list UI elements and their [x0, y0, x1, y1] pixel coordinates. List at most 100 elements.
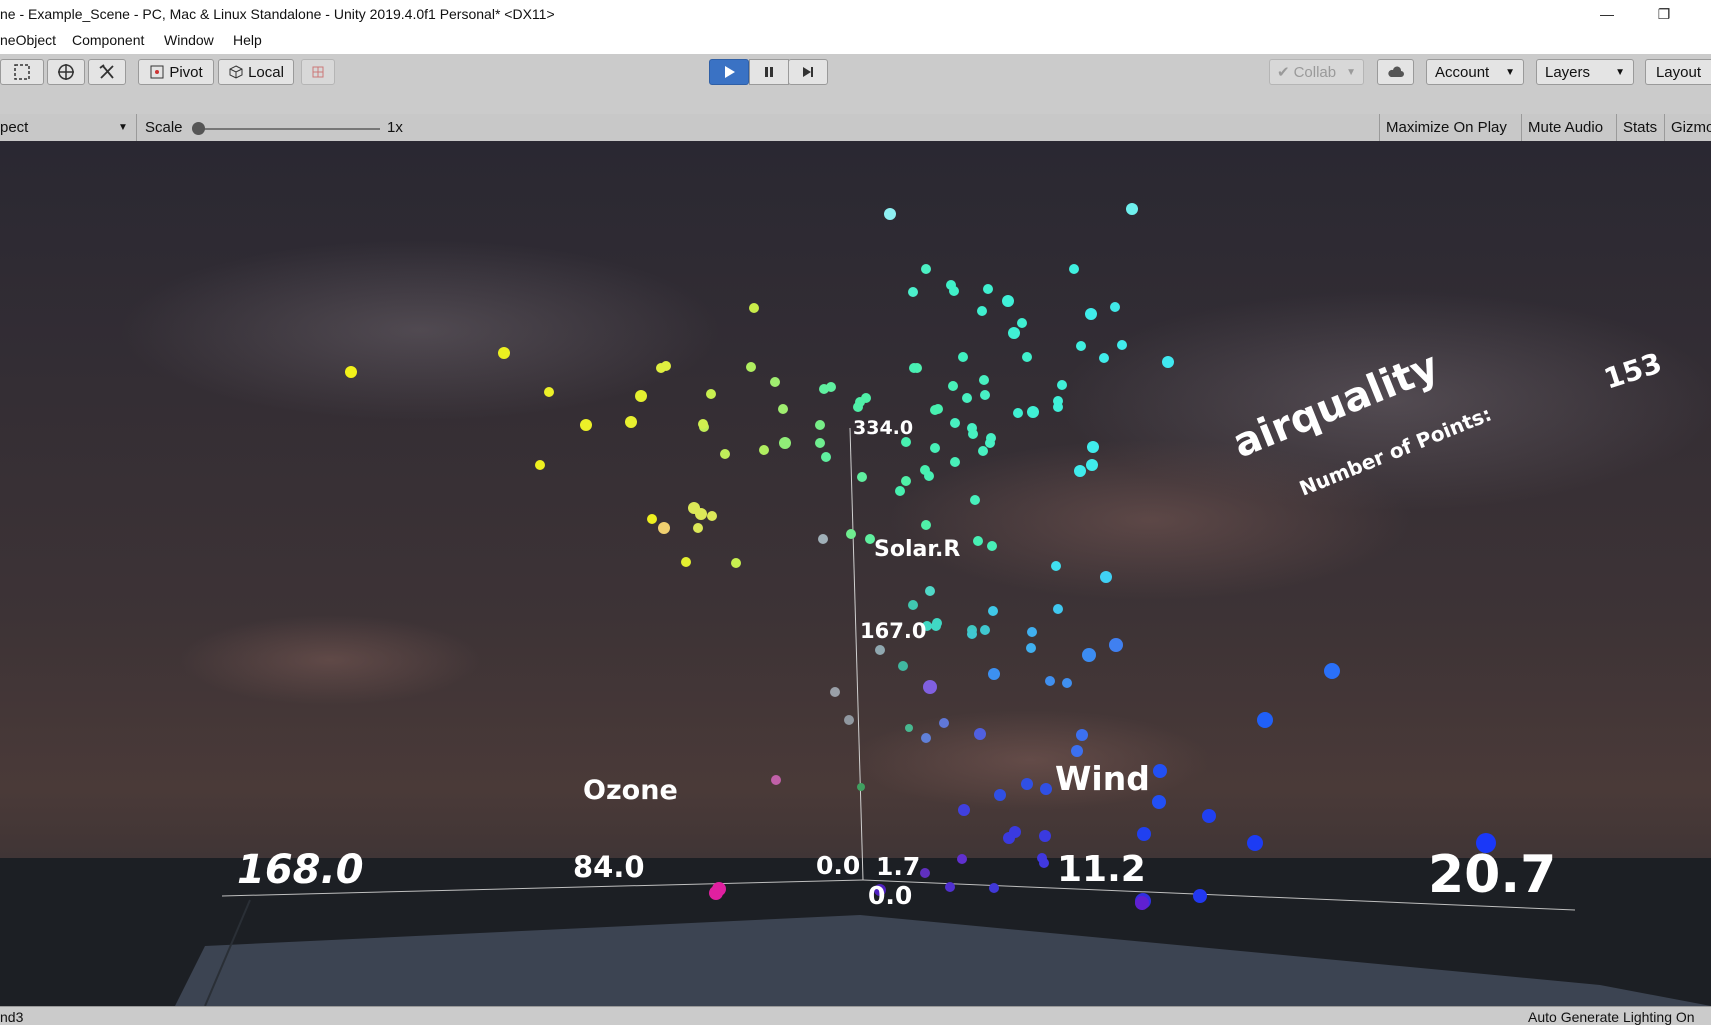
chevron-down-icon: ▼: [1615, 66, 1625, 78]
scatter-point: [1057, 380, 1067, 390]
scatter-point: [1051, 561, 1061, 571]
scatter-point: [921, 264, 931, 274]
scene-render: 334.0 167.0 0.0 Solar.R 168.0 84.0 0.0 O…: [0, 141, 1711, 1006]
step-button[interactable]: [788, 59, 828, 85]
scatter-point: [1039, 830, 1051, 842]
collab-dropdown[interactable]: ✔ Collab ▼: [1269, 59, 1364, 85]
scatter-point: [1162, 356, 1174, 368]
account-dropdown[interactable]: Account ▼: [1426, 59, 1524, 85]
scatter-point: [994, 789, 1006, 801]
scatter-point: [1135, 896, 1149, 910]
scatter-point: [1117, 340, 1127, 350]
menu-help[interactable]: Help: [233, 32, 262, 48]
maximize-on-play-toggle[interactable]: Maximize On Play: [1379, 114, 1513, 141]
minimize-button[interactable]: —: [1584, 0, 1630, 28]
aspect-label: pect: [0, 119, 29, 136]
scatter-point: [920, 868, 930, 878]
scatter-point: [908, 600, 918, 610]
custom-tool-button[interactable]: [88, 59, 126, 85]
scatter-point: [1247, 835, 1263, 851]
scatter-point: [1069, 264, 1079, 274]
scatter-point: [1076, 729, 1088, 741]
scatter-point: [974, 728, 986, 740]
rect-tool-icon: [14, 64, 30, 80]
scatter-point: [908, 287, 918, 297]
menu-window[interactable]: Window: [164, 32, 214, 48]
scatter-point: [1257, 712, 1273, 728]
scatter-point: [1126, 203, 1138, 215]
x-axis-title: Ozone: [583, 775, 678, 806]
scatter-point: [770, 377, 780, 387]
local-button[interactable]: Local: [218, 59, 294, 85]
pause-button[interactable]: [749, 59, 789, 85]
scatter-point: [778, 404, 788, 414]
scatter-point: [970, 495, 980, 505]
scatter-point: [498, 347, 510, 359]
scatter-point: [901, 476, 911, 486]
scatter-point: [661, 361, 671, 371]
game-viewport[interactable]: 334.0 167.0 0.0 Solar.R 168.0 84.0 0.0 O…: [0, 141, 1711, 1006]
scatter-point: [898, 661, 908, 671]
restore-button[interactable]: ❐: [1641, 0, 1687, 28]
transform-tool-button[interactable]: [47, 59, 85, 85]
menu-component[interactable]: Component: [72, 32, 144, 48]
scale-slider-handle[interactable]: [192, 122, 205, 135]
scatter-point: [957, 854, 967, 864]
scatter-point: [844, 715, 854, 725]
scatter-point: [1027, 406, 1039, 418]
scatter-point: [1053, 402, 1063, 412]
scatter-point: [1022, 352, 1032, 362]
play-button[interactable]: [709, 59, 749, 85]
scatter-point: [905, 724, 913, 732]
gizmos-toggle[interactable]: Gizmo: [1664, 114, 1711, 141]
mute-audio-toggle[interactable]: Mute Audio: [1521, 114, 1609, 141]
scatter-point: [1110, 302, 1120, 312]
aspect-dropdown[interactable]: pect ▼: [0, 114, 137, 141]
grid-snap-button[interactable]: [301, 59, 335, 85]
x-tick-label: 0.0: [816, 851, 860, 880]
local-cube-icon: [229, 65, 243, 79]
scatter-point: [1071, 745, 1083, 757]
z-tick-label: 1.7: [876, 852, 920, 881]
scatter-point: [962, 393, 972, 403]
scatter-point: [759, 445, 769, 455]
play-icon: [725, 66, 735, 78]
cloud-icon: [1387, 66, 1404, 77]
transform-tool-icon: [58, 64, 74, 80]
scatter-point: [681, 557, 691, 567]
lighting-status-text: Auto Generate Lighting On: [1528, 1009, 1695, 1025]
scatter-point: [706, 389, 716, 399]
scatter-point: [945, 882, 955, 892]
pause-icon: [765, 67, 773, 77]
scatter-point: [930, 405, 940, 415]
scatter-point: [980, 390, 990, 400]
scatter-point: [924, 471, 934, 481]
cloud-button[interactable]: [1377, 59, 1414, 85]
layers-label: Layers: [1545, 63, 1591, 81]
scale-slider-track[interactable]: [196, 128, 380, 130]
rect-tool-button[interactable]: [0, 59, 44, 85]
scatter-point: [544, 387, 554, 397]
scatter-point: [720, 449, 730, 459]
scatter-point: [1017, 318, 1027, 328]
account-label: Account: [1435, 63, 1490, 81]
layout-label: Layout: [1655, 63, 1702, 81]
scatter-point: [695, 508, 707, 520]
pivot-button[interactable]: Pivot: [138, 59, 214, 85]
scatter-point: [967, 629, 977, 639]
scatter-point: [580, 419, 592, 431]
stats-toggle[interactable]: Stats: [1616, 114, 1663, 141]
x-tick-label: 168.0: [237, 847, 364, 893]
layers-dropdown[interactable]: Layers ▼: [1536, 59, 1634, 85]
scatter-point: [973, 536, 983, 546]
scatter-point: [1062, 678, 1072, 688]
layout-dropdown[interactable]: Layout: [1645, 59, 1711, 85]
scatter-point: [988, 606, 998, 616]
pivot-icon: [150, 65, 164, 79]
scatter-point: [749, 303, 759, 313]
scatter-point: [1021, 778, 1033, 790]
scatter-point: [1026, 643, 1036, 653]
grid-snap-icon: [312, 66, 324, 78]
y-tick-label: 0.0: [868, 881, 912, 910]
menu-gameobject[interactable]: neObject: [0, 32, 56, 48]
